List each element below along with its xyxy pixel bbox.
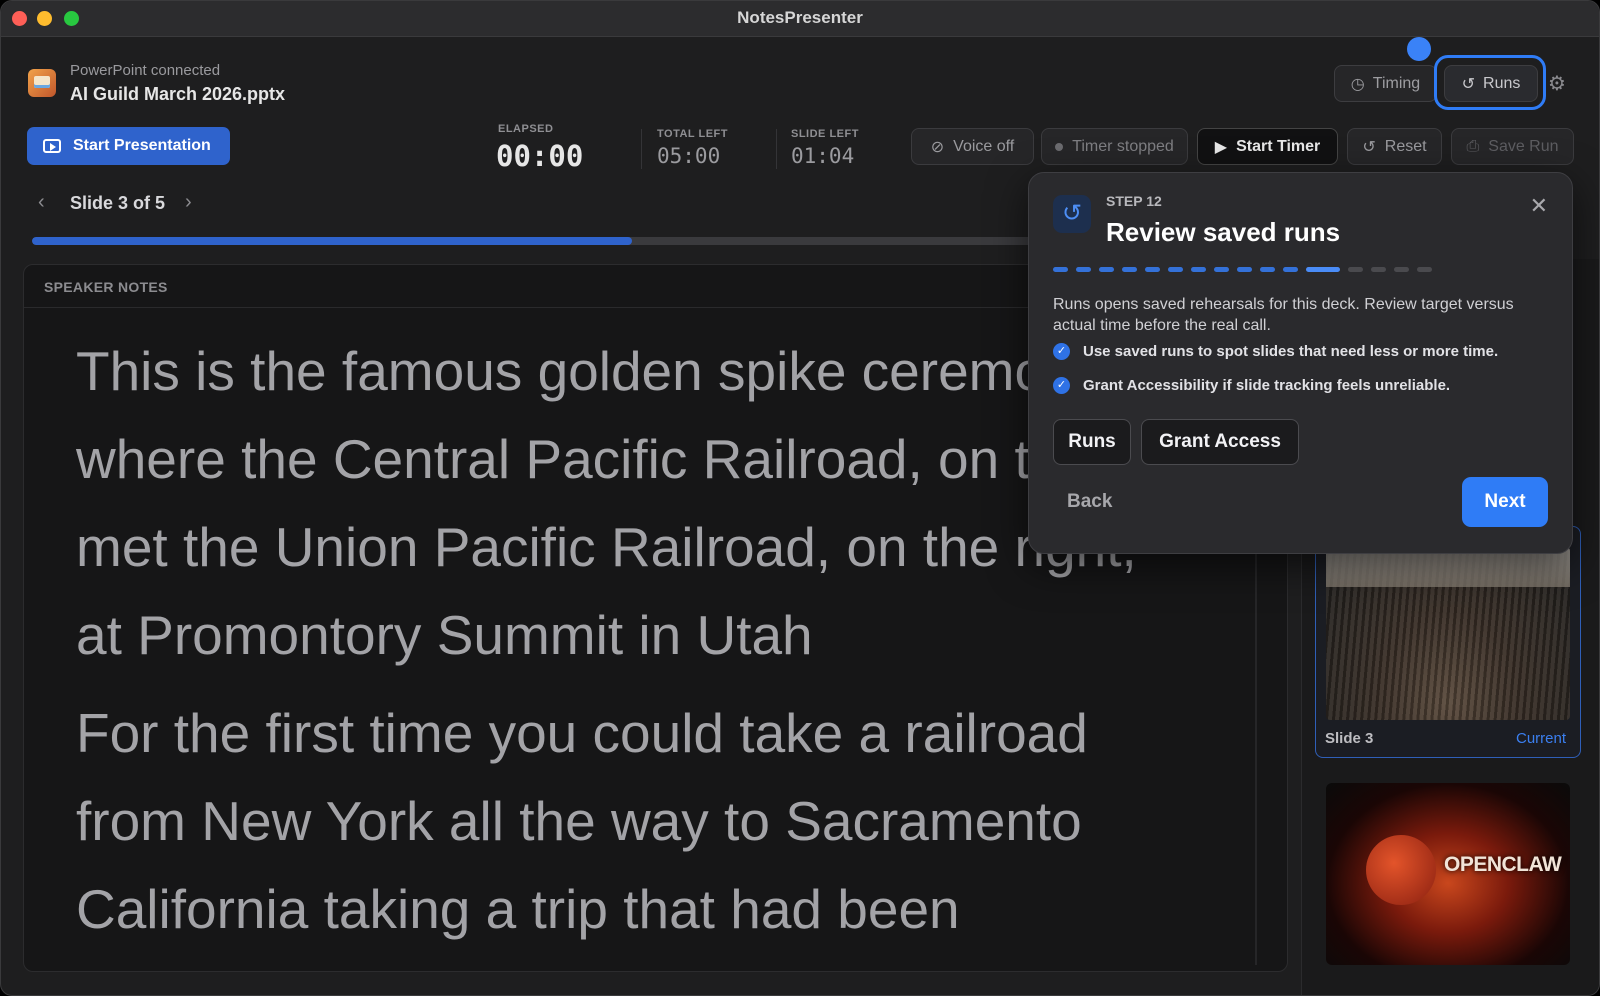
openclaw-logo: OPENCLAW bbox=[1444, 853, 1562, 876]
play-icon: ▶ bbox=[1214, 138, 1228, 156]
tour-title: Review saved runs bbox=[1106, 217, 1341, 247]
runs-button[interactable]: ↺ Runs bbox=[1444, 65, 1538, 102]
voice-toggle-button[interactable]: ⊘ Voice off bbox=[911, 128, 1034, 165]
save-icon: ⎙ bbox=[1466, 137, 1480, 155]
checkmark-icon: ✓ bbox=[1053, 377, 1070, 394]
timer-status-badge: Timer stopped bbox=[1041, 128, 1188, 165]
history-icon: ↺ bbox=[1053, 195, 1091, 233]
runs-label: Runs bbox=[1483, 74, 1521, 92]
start-presentation-label: Start Presentation bbox=[73, 137, 211, 154]
tour-check-item: ✓ Use saved runs to spot slides that nee… bbox=[1053, 343, 1498, 360]
tour-step-label: STEP 12 bbox=[1106, 193, 1162, 209]
elapsed-label: ELAPSED bbox=[498, 123, 554, 135]
start-timer-label: Start Timer bbox=[1236, 137, 1321, 155]
tour-runs-button[interactable]: Runs bbox=[1053, 419, 1131, 465]
voice-label: Voice off bbox=[953, 137, 1015, 155]
history-icon: ↺ bbox=[1461, 75, 1476, 93]
slide-left-value: 01:04 bbox=[791, 144, 855, 168]
close-icon[interactable]: ✕ bbox=[1530, 193, 1548, 219]
tour-step-dot bbox=[1371, 267, 1386, 272]
start-presentation-button[interactable]: Start Presentation bbox=[27, 127, 230, 165]
slide-left-label: SLIDE LEFT bbox=[791, 128, 859, 140]
tour-step-dot bbox=[1306, 267, 1340, 272]
reset-icon: ↺ bbox=[1362, 138, 1376, 156]
tour-step-dot bbox=[1145, 267, 1160, 272]
clock-icon: ◷ bbox=[1350, 75, 1365, 93]
status-dot-icon bbox=[1055, 142, 1064, 151]
tour-step-dot bbox=[1076, 267, 1091, 272]
tour-step-dot bbox=[1214, 267, 1229, 272]
slide-4-thumbnail[interactable]: OPENCLAW bbox=[1326, 783, 1570, 965]
timing-label: Timing bbox=[1372, 74, 1421, 92]
chevron-right-icon[interactable]: › bbox=[185, 191, 192, 214]
window-title: NotesPresenter bbox=[737, 8, 863, 27]
chevron-left-icon[interactable]: ‹ bbox=[38, 191, 45, 214]
slide-progress-bar bbox=[32, 237, 1032, 245]
tour-step-dot bbox=[1237, 267, 1252, 272]
slide-counter: Slide 3 of 5 bbox=[70, 193, 166, 213]
save-run-label: Save Run bbox=[1488, 137, 1559, 155]
microphone-off-icon: ⊘ bbox=[930, 138, 945, 156]
timing-button[interactable]: ◷ Timing bbox=[1334, 65, 1437, 102]
checkmark-icon: ✓ bbox=[1053, 343, 1070, 360]
openclaw-mascot-image bbox=[1366, 835, 1436, 905]
tour-step-dot bbox=[1348, 267, 1363, 272]
reset-label: Reset bbox=[1384, 137, 1427, 155]
current-badge: Current bbox=[1516, 730, 1567, 747]
tour-step-dot bbox=[1168, 267, 1183, 272]
start-timer-button[interactable]: ▶ Start Timer bbox=[1197, 128, 1338, 165]
title-bar: NotesPresenter bbox=[1, 1, 1599, 37]
tour-step-indicator bbox=[1053, 267, 1432, 272]
tour-next-button[interactable]: Next bbox=[1462, 477, 1548, 527]
tour-popover: ↺ STEP 12 Review saved runs ✕ Runs opens… bbox=[1028, 172, 1573, 554]
powerpoint-icon bbox=[28, 69, 56, 97]
tour-step-dot bbox=[1191, 267, 1206, 272]
divider bbox=[776, 129, 777, 169]
tour-step-dot bbox=[1099, 267, 1114, 272]
tour-pointer-dot bbox=[1407, 37, 1431, 61]
tour-description: Runs opens saved rehearsals for this dec… bbox=[1053, 296, 1514, 334]
total-left-label: TOTAL LEFT bbox=[657, 128, 728, 140]
tour-check-text: Use saved runs to spot slides that need … bbox=[1083, 343, 1499, 360]
divider bbox=[641, 129, 642, 169]
total-left-value: 05:00 bbox=[657, 144, 721, 168]
gear-icon[interactable]: ⚙ bbox=[1544, 71, 1570, 97]
notes-title: SPEAKER NOTES bbox=[44, 279, 168, 295]
elapsed-value: 00:00 bbox=[496, 139, 584, 173]
tour-check-text: Grant Accessibility if slide tracking fe… bbox=[1083, 377, 1451, 394]
timer-status-label: Timer stopped bbox=[1072, 137, 1174, 155]
tour-step-dot bbox=[1260, 267, 1275, 272]
tour-step-dot bbox=[1053, 267, 1068, 272]
tour-step-dot bbox=[1283, 267, 1298, 272]
tour-step-dot bbox=[1122, 267, 1137, 272]
tour-step-dot bbox=[1394, 267, 1409, 272]
notes-paragraph: For the first time you could take a rail… bbox=[76, 702, 1088, 940]
tour-back-button[interactable]: Back bbox=[1067, 491, 1112, 513]
reset-button[interactable]: ↺ Reset bbox=[1347, 128, 1442, 165]
current-slide-label: Slide 3 bbox=[1325, 730, 1374, 747]
presentation-play-icon bbox=[43, 139, 61, 153]
app-window: NotesPresenter PowerPoint connected AI G… bbox=[0, 0, 1600, 996]
grant-access-button[interactable]: Grant Access bbox=[1141, 419, 1299, 465]
tour-check-item: ✓ Grant Accessibility if slide tracking … bbox=[1053, 377, 1450, 394]
tour-step-dot bbox=[1417, 267, 1432, 272]
save-run-button[interactable]: ⎙ Save Run bbox=[1451, 128, 1574, 165]
connection-status: PowerPoint connected bbox=[70, 62, 221, 79]
deck-name: AI Guild March 2026.pptx bbox=[70, 84, 286, 104]
slide-progress-fill bbox=[32, 237, 632, 245]
